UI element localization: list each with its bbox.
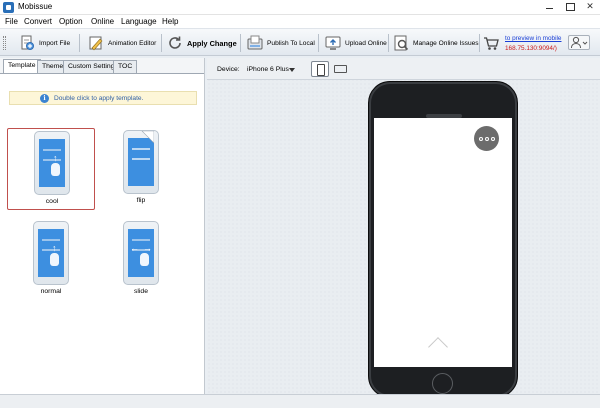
- template-name: slide: [134, 288, 148, 295]
- info-icon: i: [40, 93, 49, 103]
- status-bar: [0, 394, 600, 408]
- import-file-icon: [19, 35, 35, 51]
- hand-swipe-icon: [50, 253, 59, 266]
- more-icon: [478, 136, 483, 141]
- toolbar: Import File Animation Editor Apply Chang…: [0, 28, 600, 56]
- tab-toc[interactable]: TOC: [113, 60, 138, 73]
- publish-to-local-button[interactable]: Publish To Local: [247, 32, 315, 54]
- preview-in-mobile-link[interactable]: to preview in mobile: [505, 35, 561, 42]
- device-label: Device:: [217, 66, 240, 73]
- device-bar: Device: iPhone 6 Plus: [207, 58, 600, 80]
- template-thumbnail: [123, 130, 159, 194]
- toolbar-divider: [240, 34, 241, 52]
- manage-issues-icon: [393, 35, 409, 51]
- minimize-icon[interactable]: [540, 0, 560, 14]
- manage-online-issues-label: Manage Online Issues: [413, 39, 479, 47]
- upload-online-label: Upload Online: [345, 39, 387, 47]
- hint-banner: i Double click to apply template.: [9, 91, 197, 105]
- phone-preview: [368, 81, 518, 398]
- preview-address: 168.75.130:9094/): [505, 45, 557, 52]
- app-logo-icon: [3, 2, 14, 13]
- tab-template[interactable]: Template: [3, 59, 41, 73]
- hand-swipe-icon: [51, 163, 60, 176]
- page-curl-icon: [141, 131, 154, 144]
- manage-online-issues-button[interactable]: Manage Online Issues: [393, 32, 479, 54]
- template-normal[interactable]: ↑ normal: [7, 219, 95, 301]
- toolbar-grip: [3, 36, 6, 50]
- menu-language[interactable]: Language: [121, 17, 157, 26]
- template-thumbnail: ← →: [123, 221, 159, 285]
- toolbar-divider: [318, 34, 319, 52]
- animation-editor-label: Animation Editor: [108, 39, 157, 47]
- menu-option[interactable]: Option: [59, 17, 83, 26]
- animation-editor-button[interactable]: Animation Editor: [88, 32, 156, 54]
- device-select[interactable]: iPhone 6 Plus: [247, 66, 289, 73]
- menu-bar: File Convert Option Online Language Help: [0, 15, 600, 28]
- preview-panel: Device: iPhone 6 Plus: [207, 58, 600, 398]
- upload-online-button[interactable]: Upload Online: [325, 32, 387, 54]
- hand-swipe-icon: [140, 253, 149, 266]
- template-thumbnail: ↑: [33, 221, 69, 285]
- landscape-orientation-button[interactable]: [333, 64, 347, 73]
- import-file-button[interactable]: Import File: [19, 32, 70, 54]
- user-icon: [571, 36, 588, 49]
- toolbar-divider: [388, 34, 389, 52]
- template-thumbnail: ↑: [34, 131, 70, 195]
- chevron-up-icon[interactable]: [428, 337, 448, 357]
- menu-file[interactable]: File: [5, 17, 18, 26]
- menu-convert[interactable]: Convert: [24, 17, 52, 26]
- template-name: normal: [40, 288, 62, 295]
- apply-change-label: Apply Change: [187, 38, 237, 48]
- template-name: flip: [136, 197, 146, 204]
- toolbar-divider: [161, 34, 162, 52]
- menu-help[interactable]: Help: [162, 17, 178, 26]
- template-name: cool: [45, 198, 59, 205]
- phone-home-button: [432, 373, 453, 394]
- toolbar-divider: [79, 34, 80, 52]
- cart-button[interactable]: [483, 32, 503, 54]
- template-panel: Template Theme Custom Settings TOC i Dou…: [0, 58, 205, 394]
- publish-local-icon: [247, 35, 263, 51]
- shopping-cart-icon: [483, 35, 499, 51]
- template-list: i Double click to apply template. ↑ cool…: [0, 73, 204, 394]
- maximize-icon[interactable]: [560, 0, 580, 14]
- portrait-orientation-button[interactable]: [311, 61, 329, 77]
- template-cool[interactable]: ↑ cool: [7, 128, 95, 210]
- close-icon[interactable]: ✕: [580, 0, 600, 14]
- title-bar: Mobissue ✕: [0, 0, 600, 15]
- template-slide[interactable]: ← → slide: [97, 219, 185, 301]
- import-file-label: Import File: [39, 39, 71, 47]
- upload-online-icon: [325, 35, 341, 51]
- template-flip[interactable]: flip: [97, 128, 185, 210]
- toolbar-divider: [479, 34, 480, 52]
- refresh-icon: [167, 35, 183, 51]
- animation-editor-icon: [88, 35, 104, 51]
- apply-change-button[interactable]: Apply Change: [167, 32, 237, 54]
- user-account-button[interactable]: [568, 35, 590, 50]
- chevron-down-icon[interactable]: [289, 68, 295, 72]
- menu-online[interactable]: Online: [91, 17, 114, 26]
- phone-screen: [374, 118, 512, 367]
- hint-text: Double click to apply template.: [54, 94, 144, 102]
- publish-to-local-label: Publish To Local: [267, 39, 315, 47]
- window-title: Mobissue: [18, 2, 53, 11]
- more-options-button[interactable]: [474, 126, 499, 151]
